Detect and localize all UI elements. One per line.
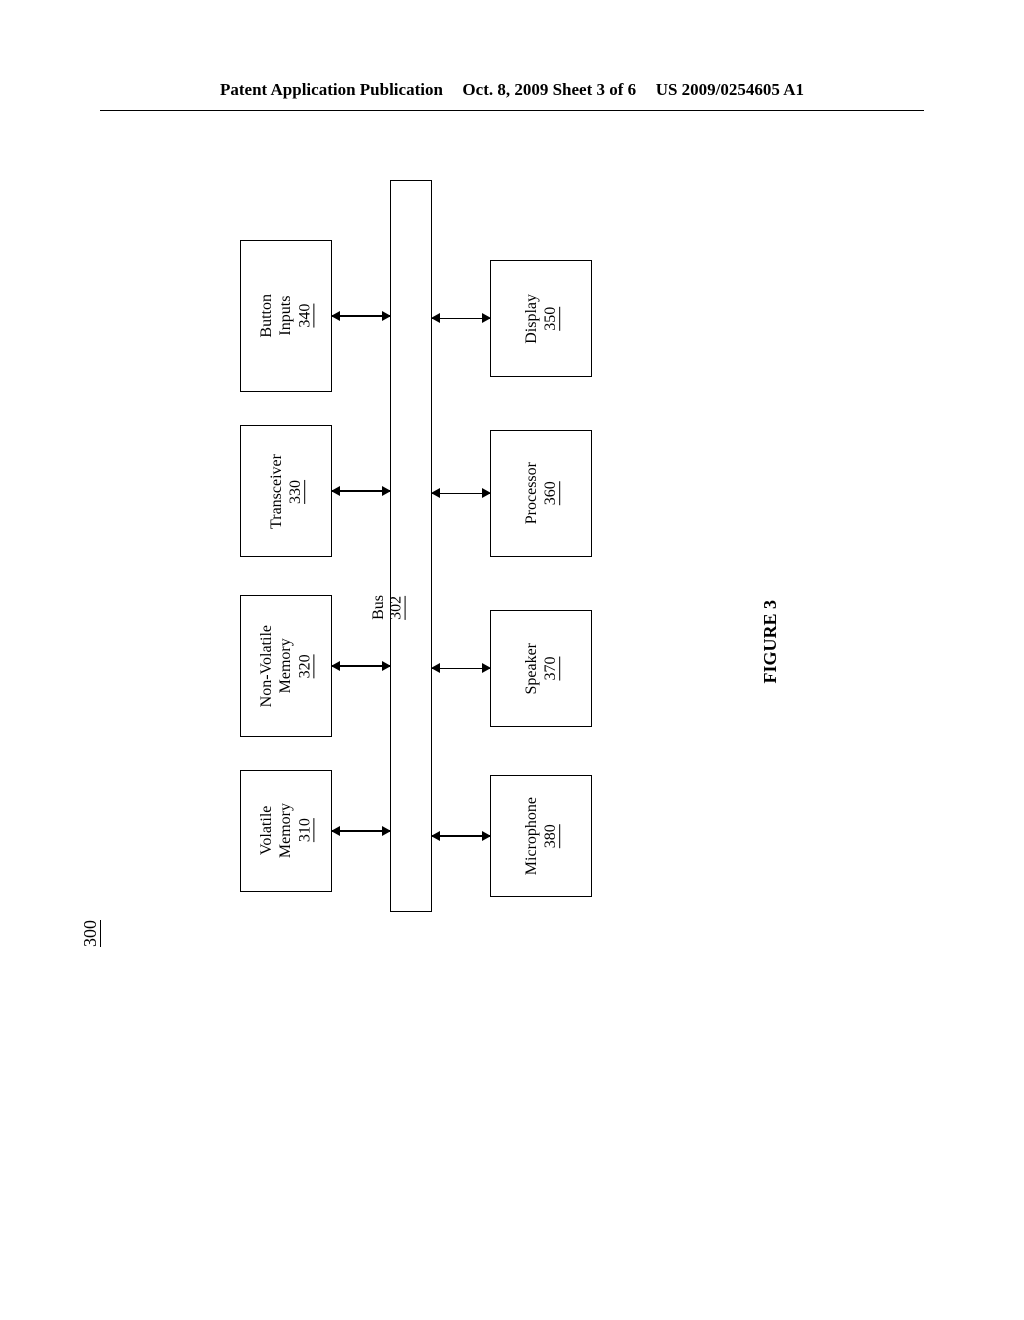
component-block: ButtonInputs340 [240,240,332,392]
figure-diagram: 300 FIGURE 3 Bus 302 VolatileMemory310No… [120,180,820,1130]
component-label: Display350 [522,294,560,344]
component-label: Non-VolatileMemory320 [257,625,315,707]
component-block: Speaker370 [490,610,592,727]
component-block: Microphone380 [490,775,592,897]
connector-arrow [332,830,390,832]
header-center: Oct. 8, 2009 Sheet 3 of 6 [462,80,636,100]
component-label: Microphone380 [522,797,560,875]
component-label: ButtonInputs340 [257,294,315,338]
connector-arrow [332,490,390,492]
component-block: Transceiver330 [240,425,332,557]
component-block: Display350 [490,260,592,377]
component-block: Processor360 [490,430,592,557]
bus-label: Bus 302 [370,595,405,620]
header-right: US 2009/0254605 A1 [656,80,804,100]
connector-arrow [332,665,390,667]
connector-arrow [432,668,490,670]
connector-arrow [432,835,490,837]
bus-block [390,180,432,912]
connector-arrow [332,315,390,317]
component-block: VolatileMemory310 [240,770,332,892]
component-block: Non-VolatileMemory320 [240,595,332,737]
connector-arrow [432,493,490,495]
page-header: Patent Application Publication Oct. 8, 2… [100,0,924,111]
component-label: VolatileMemory310 [257,803,315,858]
component-label: Transceiver330 [267,454,305,529]
component-label: Processor360 [522,462,560,524]
component-label: Speaker370 [522,643,560,695]
header-left: Patent Application Publication [220,80,443,100]
figure-reference-number: 300 [80,920,101,947]
figure-caption: FIGURE 3 [760,600,781,684]
connector-arrow [432,318,490,320]
